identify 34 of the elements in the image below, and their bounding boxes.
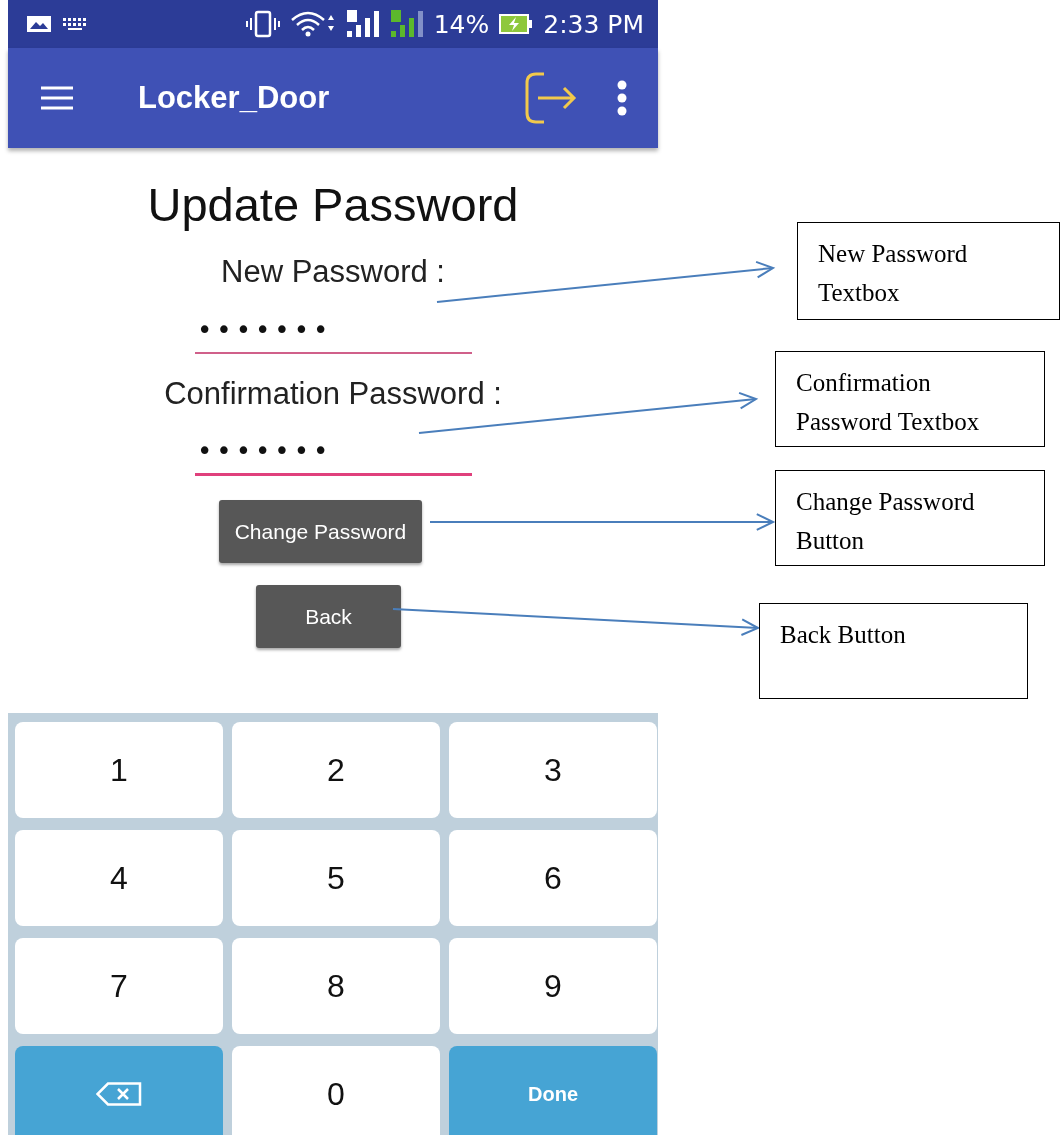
back-button[interactable]: Back: [256, 585, 401, 648]
digit-key[interactable]: 7: [15, 938, 223, 1034]
change-password-button[interactable]: Change Password: [218, 500, 423, 563]
digit-key[interactable]: 1: [15, 722, 223, 818]
callout-text: Change Password Button: [796, 488, 975, 554]
callout-text: Confirmation Password Textbox: [796, 369, 980, 435]
digit-key[interactable]: 4: [15, 830, 223, 926]
digit-key[interactable]: 9: [449, 938, 657, 1034]
password-field[interactable]: •••••••: [195, 308, 472, 354]
wifi-icon: [289, 10, 336, 38]
image-icon: [26, 14, 52, 34]
clock-time: 2:33 PM: [543, 9, 644, 39]
callout-text: New Password Textbox: [818, 240, 968, 306]
callout-text: Back Button: [780, 621, 906, 648]
field-label: New Password :: [221, 254, 445, 290]
more-icon[interactable]: [616, 80, 628, 116]
digit-key[interactable]: 5: [232, 830, 440, 926]
password-field[interactable]: •••••••: [195, 429, 472, 476]
vibrate-icon: [245, 10, 280, 38]
digit-key[interactable]: 3: [449, 722, 657, 818]
page-title: Update Password: [147, 177, 519, 232]
keyboard-icon: [62, 17, 88, 31]
app-title: Locker_Door: [138, 80, 330, 116]
digit-key[interactable]: 2: [232, 722, 440, 818]
menu-icon[interactable]: [40, 86, 74, 110]
battery-percent: 14%: [433, 9, 490, 39]
backspace-icon: [96, 1082, 142, 1106]
digit-key[interactable]: 0: [232, 1046, 440, 1135]
digit-key[interactable]: 6: [449, 830, 657, 926]
signal-icon: [345, 9, 380, 39]
battery-charging-icon: [499, 13, 534, 35]
digit-key[interactable]: 8: [232, 938, 440, 1034]
signal-icon: [389, 9, 424, 39]
field-label: Confirmation Password :: [164, 376, 502, 412]
